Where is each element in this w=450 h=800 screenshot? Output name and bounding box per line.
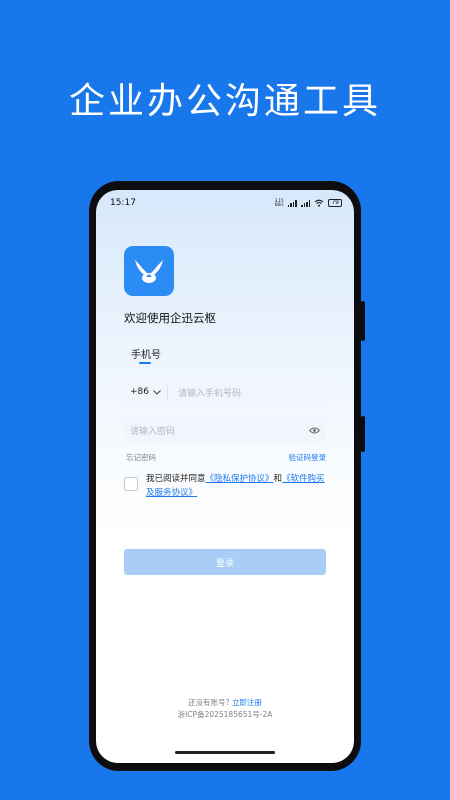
phone-side-button [361, 301, 365, 341]
register-prompt: 还没有账号? 立即注册 [96, 697, 354, 708]
status-bar: 15:17 3.15 KB/s 79 [110, 196, 342, 210]
app-screen: 15:17 3.15 KB/s 79 欢迎使用企迅云枢 手机号 +86 请输入手… [96, 190, 354, 763]
login-button[interactable]: 登录 [124, 549, 326, 575]
agreement-checkbox[interactable] [124, 477, 138, 491]
phone-field[interactable]: +86 请输入手机号码 [124, 380, 326, 404]
status-time: 15:17 [110, 198, 136, 208]
status-icons: 3.15 KB/s 79 [275, 199, 342, 207]
home-indicator[interactable] [175, 751, 275, 754]
headline: 企业办公沟通工具 [68, 81, 381, 122]
register-link[interactable]: 立即注册 [232, 698, 262, 707]
tab-active-indicator [139, 362, 151, 364]
phone-side-button [361, 416, 365, 452]
agreement-text: 我已阅读并同意《隐私保护协议》和《软件购买及服务协议》 [146, 472, 326, 500]
eye-icon[interactable] [309, 427, 320, 434]
welcome-title: 欢迎使用企迅云枢 [124, 311, 216, 325]
no-account-text: 还没有账号? [188, 698, 230, 707]
phone-input[interactable]: 请输入手机号码 [178, 386, 241, 399]
password-input[interactable]: 请输入密码 [124, 424, 309, 437]
agreement-prefix: 我已阅读并同意 [146, 474, 206, 484]
forgot-password-link[interactable]: 忘记密码 [126, 452, 156, 463]
agreement-and: 和 [273, 474, 283, 484]
chevron-down-icon [153, 389, 161, 395]
battery-icon: 79 [328, 199, 342, 207]
phone-frame: 15:17 3.15 KB/s 79 欢迎使用企迅云枢 手机号 +86 请输入手… [89, 181, 365, 771]
icp-record: 浙ICP备2025185651号-2A [177, 710, 273, 719]
network-speed: 3.15 KB/s [274, 198, 284, 207]
signal-icon [287, 199, 297, 207]
country-code-select[interactable]: +86 [124, 385, 168, 399]
signal-icon [300, 199, 311, 207]
tab-phone-login[interactable]: 手机号 [131, 346, 161, 361]
privacy-policy-link[interactable]: 《隐私保护协议》 [206, 474, 274, 484]
password-field[interactable]: 请输入密码 [124, 418, 326, 442]
country-code-label: +86 [130, 387, 149, 397]
wifi-icon [314, 199, 324, 207]
app-logo-icon [124, 246, 174, 296]
sms-login-link[interactable]: 验证码登录 [289, 452, 327, 463]
